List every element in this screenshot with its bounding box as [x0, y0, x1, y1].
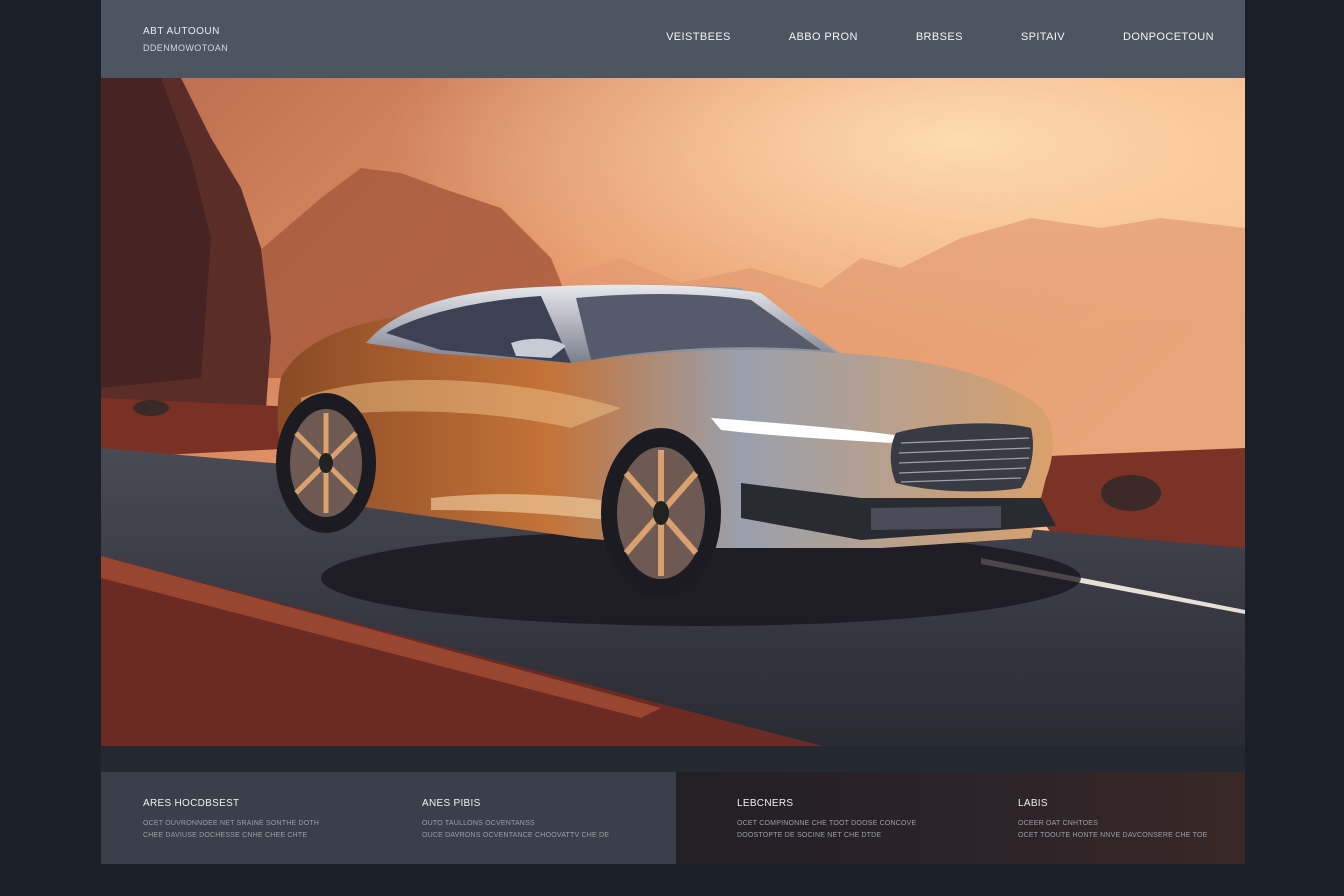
feature-text: CHEE DAVIUSE DOCHESSE CNHE CHEE CHTE	[143, 832, 308, 839]
feature-text: OUTO TAULLONS OCVENTANSS	[422, 820, 535, 827]
nav-item-specs[interactable]: SPITAIV	[1021, 31, 1065, 43]
feature-text: OUCE DAVRONS OCVENTANCE CHOOVATTV CHE DE	[422, 832, 610, 839]
hero-car-illustration	[101, 78, 1245, 746]
hero-image	[101, 78, 1245, 746]
feature-text: OCET OUVRONNOEE NET SRAINE SONTHE DOTH	[143, 820, 320, 827]
feature-card-3[interactable]: LEBCNERS OCET COMPINONNE CHE TOOT DOOSE …	[737, 798, 916, 842]
feature-title: ANES PIBIS	[422, 798, 481, 809]
feature-card-2[interactable]: ANES PIBIS OUTO TAULLONS OCVENTANSS OUCE…	[422, 798, 609, 842]
divider-strip	[101, 746, 1245, 772]
wheel-rear	[276, 393, 376, 533]
feature-title: LEBCNERS	[737, 798, 794, 809]
feature-text: OCET TOOUTE HONTE NNVE DAVCONSERE CHE TO…	[1018, 832, 1208, 839]
brand-tagline: DDENMOWOTOAN	[143, 43, 229, 53]
main-nav: VEISTBEES ABBO PRON BRBSES SPITAIV DONPO…	[608, 31, 1214, 43]
page-frame: ABT AUTOOUN DDENMOWOTOAN VEISTBEES ABBO …	[101, 0, 1245, 864]
feature-panel-left: ARES HOCDBSEST OCET OUVRONNOEE NET SRAIN…	[101, 772, 676, 864]
nav-item-about[interactable]: ABBO PRON	[789, 31, 858, 43]
feature-card-1[interactable]: ARES HOCDBSEST OCET OUVRONNOEE NET SRAIN…	[143, 798, 319, 842]
wheel-front	[601, 428, 721, 598]
feature-text: OCEER OAT CNHTOES	[1018, 820, 1099, 827]
brand-logo[interactable]: ABT AUTOOUN DDENMOWOTOAN	[143, 26, 228, 54]
site-header: ABT AUTOOUN DDENMOWOTOAN VEISTBEES ABBO …	[101, 0, 1245, 78]
feature-card-4[interactable]: LABIS OCEER OAT CNHTOES OCET TOOUTE HONT…	[1018, 798, 1207, 842]
nav-item-brands[interactable]: BRBSES	[916, 31, 963, 43]
nav-item-contact[interactable]: DONPOCETOUN	[1123, 31, 1214, 43]
feature-panel-right: LEBCNERS OCET COMPINONNE CHE TOOT DOOSE …	[676, 772, 1245, 864]
feature-title: LABIS	[1018, 798, 1048, 809]
brand-name: ABT AUTOOUN	[143, 26, 220, 37]
feature-text: DOOSTOPTE DE SOCINE NET CHE DTDE	[737, 832, 882, 839]
feature-text: OCET COMPINONNE CHE TOOT DOOSE CONCOVE	[737, 820, 917, 827]
nav-item-vehicles[interactable]: VEISTBEES	[666, 31, 731, 43]
feature-title: ARES HOCDBSEST	[143, 798, 240, 809]
